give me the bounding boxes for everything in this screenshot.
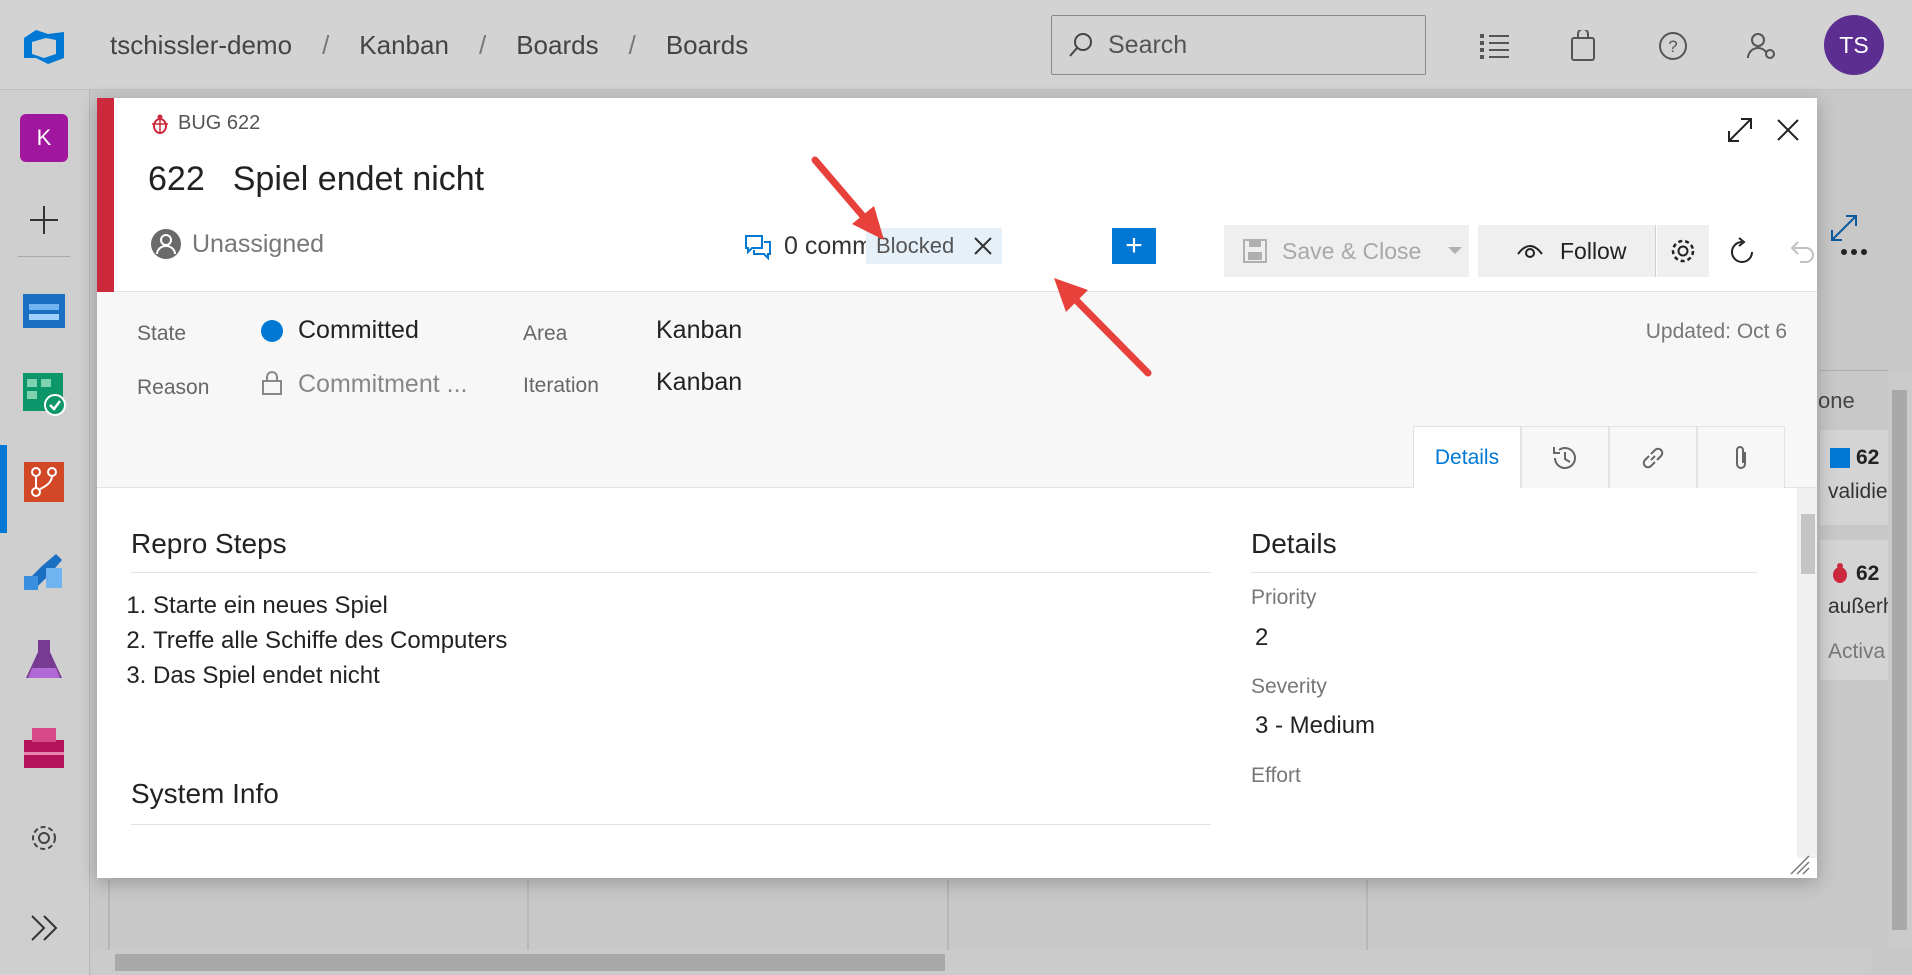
annotation-arrow-to-tag bbox=[811, 156, 872, 226]
annotation-arrows bbox=[811, 156, 1152, 377]
annotation-arrow-to-add-tag bbox=[1069, 293, 1152, 377]
